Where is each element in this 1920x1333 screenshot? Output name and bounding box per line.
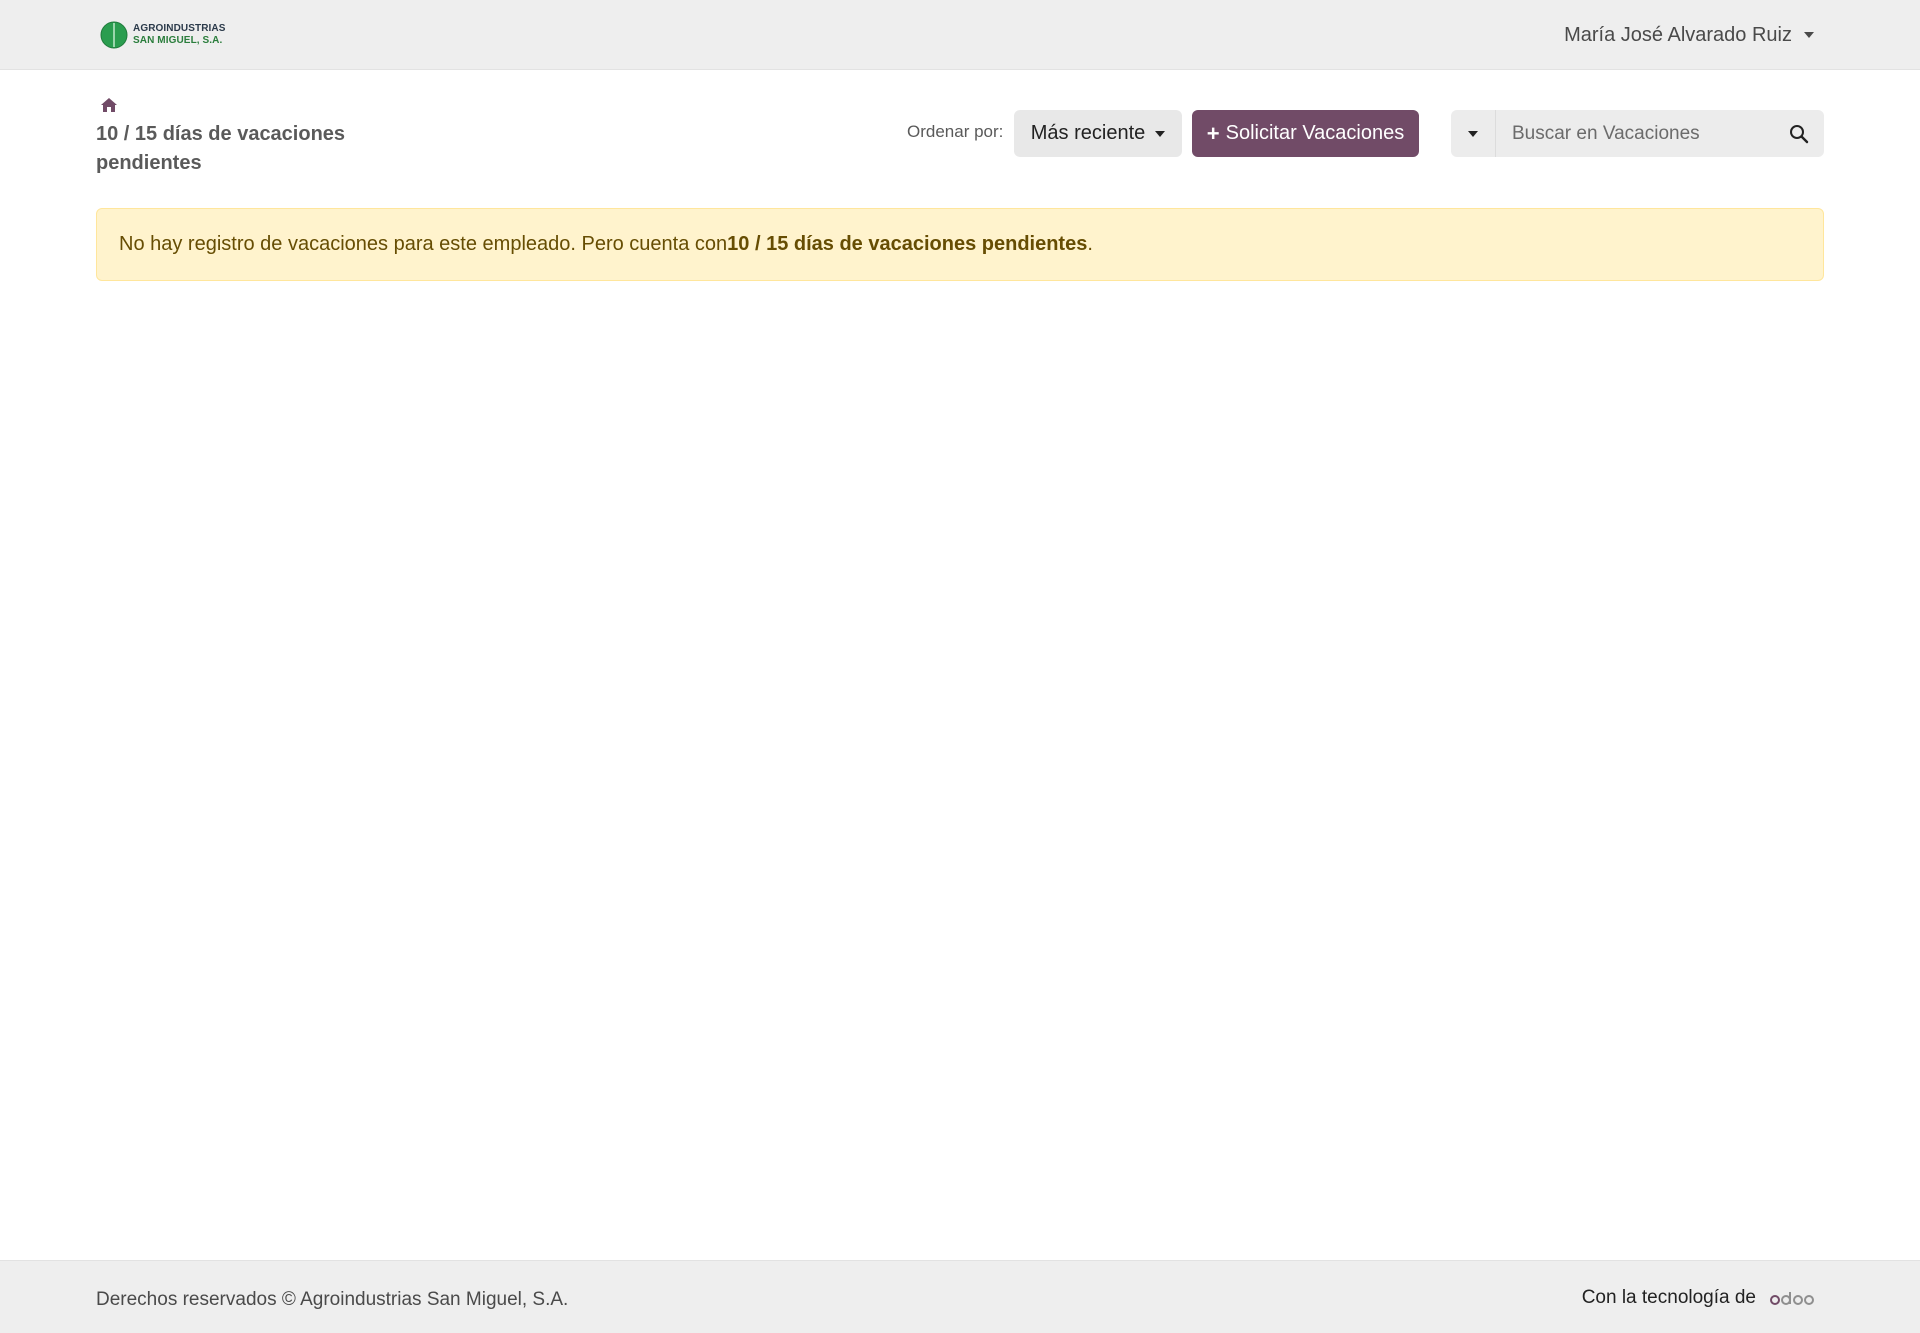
search-filter-dropdown[interactable]: [1451, 110, 1496, 157]
caret-down-icon: [1468, 130, 1478, 137]
no-records-alert: No hay registro de vacaciones para este …: [96, 208, 1824, 281]
sort-label: Ordenar por:: [907, 122, 1004, 141]
odoo-logo-icon: [1770, 1292, 1814, 1305]
home-icon[interactable]: [100, 97, 118, 113]
odoo-logo[interactable]: [1770, 1290, 1814, 1306]
logo-line1: AGROINDUSTRIAS: [133, 23, 226, 34]
search-group: [1451, 110, 1824, 157]
top-navbar: AGROINDUSTRIAS SAN MIGUEL, S.A. María Jo…: [0, 0, 1920, 70]
caret-down-icon: [1804, 32, 1814, 38]
user-name: María José Alvarado Ruiz: [1564, 23, 1792, 46]
page-title: 10 / 15 días de vacaciones pendientes: [96, 123, 346, 174]
alert-text-prefix: No hay registro de vacaciones para este …: [119, 233, 728, 255]
search-button[interactable]: [1774, 110, 1824, 157]
logo-line2: SAN MIGUEL, S.A.: [133, 35, 223, 46]
request-vacation-button[interactable]: + Solicitar Vacaciones: [1192, 110, 1419, 157]
caret-down-icon: [1155, 130, 1166, 137]
leaf-logo-icon: [100, 21, 128, 49]
user-menu-dropdown[interactable]: María José Alvarado Ruiz: [1564, 21, 1814, 49]
powered-by[interactable]: Con la tecnología de: [1582, 1287, 1814, 1309]
footer-copyright: Derechos reservados © Agroindustrias San…: [96, 1289, 569, 1310]
alert-text-suffix: .: [1087, 233, 1093, 255]
search-input[interactable]: [1496, 110, 1774, 157]
sort-value: Más reciente: [1030, 122, 1146, 144]
plus-icon: +: [1206, 120, 1220, 146]
footer: Derechos reservados © Agroindustrias San…: [0, 1260, 1920, 1333]
sort-dropdown-button[interactable]: Más reciente: [1014, 110, 1182, 157]
request-vacation-label: Solicitar Vacaciones: [1225, 122, 1405, 144]
logo-text: AGROINDUSTRIAS SAN MIGUEL, S.A.: [133, 23, 226, 47]
search-icon: [1790, 124, 1809, 143]
powered-by-text: Con la tecnología de: [1581, 1287, 1756, 1308]
company-logo[interactable]: AGROINDUSTRIAS SAN MIGUEL, S.A.: [100, 20, 226, 50]
alert-text-bold: 10 / 15 días de vacaciones pendientes: [727, 233, 1088, 255]
